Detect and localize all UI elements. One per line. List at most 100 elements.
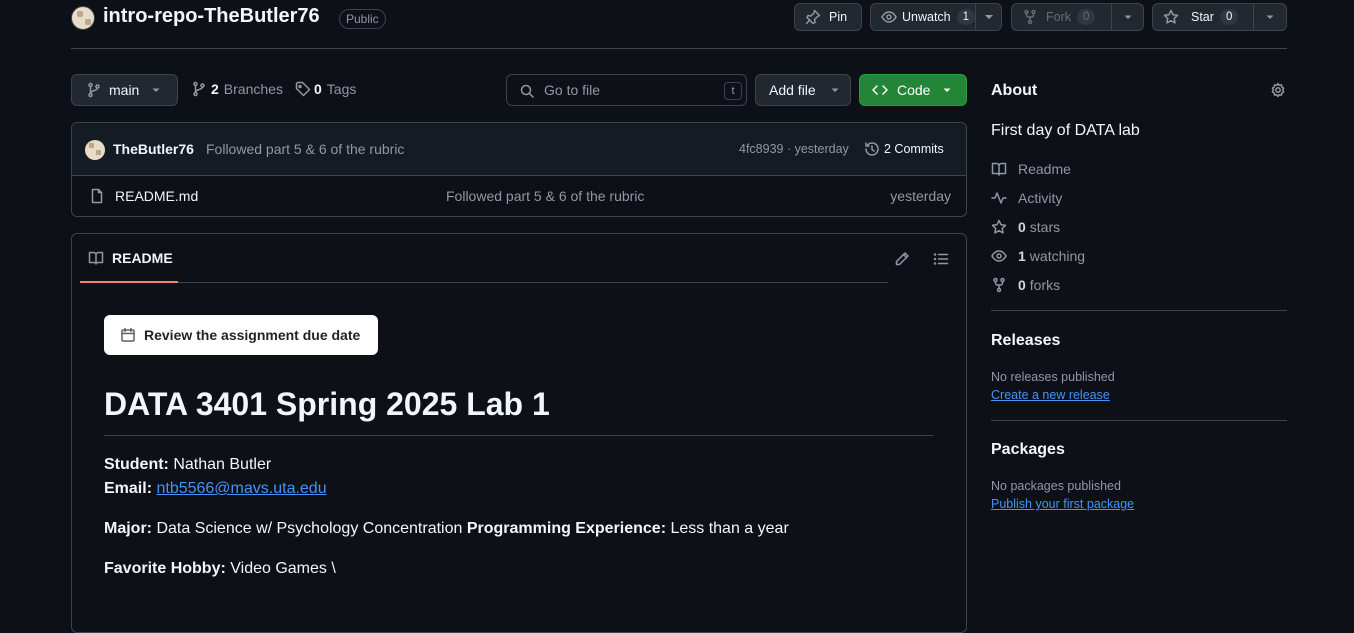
chevron-down-icon[interactable] <box>1120 9 1136 25</box>
visibility-badge: Public <box>339 9 386 29</box>
chevron-down-icon[interactable] <box>981 9 997 25</box>
tags-label: Tags <box>326 81 357 97</box>
branches-label: Branches <box>223 81 283 97</box>
packages-text: No packages published <box>991 479 1121 493</box>
star-button[interactable]: Star 0 <box>1152 3 1287 31</box>
commit-author[interactable]: TheButler76 <box>113 141 194 157</box>
pulse-icon <box>991 192 1007 204</box>
unwatch-button[interactable]: Unwatch 1 <box>870 3 1002 31</box>
latest-commit-bar: TheButler76 Followed part 5 & 6 of the r… <box>72 123 966 176</box>
file-commit-message[interactable]: Followed part 5 & 6 of the rubric <box>446 188 644 204</box>
major-label: Major: <box>104 520 152 537</box>
code-button[interactable]: Code <box>859 74 967 106</box>
tag-icon <box>295 81 311 97</box>
student-label: Student: <box>104 456 169 473</box>
history-icon <box>865 142 879 156</box>
email-label: Email: <box>104 480 153 497</box>
fork-label: Fork <box>1046 10 1071 24</box>
header-divider <box>71 48 1287 49</box>
outline-list-icon[interactable] <box>933 251 949 267</box>
hobby-value: Video Games \ <box>230 560 336 577</box>
file-icon <box>91 188 103 204</box>
experience-value: Less than a year <box>670 520 789 537</box>
branch-selector[interactable]: main <box>71 74 178 106</box>
commit-hash-time[interactable]: 4fc8939 · yesterday <box>739 142 849 156</box>
code-icon <box>872 85 888 95</box>
due-date-button[interactable]: Review the assignment due date <box>104 315 378 355</box>
branch-icon <box>88 82 100 98</box>
watch-count: 1 <box>956 9 976 25</box>
edit-pencil-icon[interactable] <box>894 251 910 267</box>
commits-link[interactable]: 2 Commits <box>864 141 944 157</box>
sidebar-divider <box>991 310 1287 311</box>
readme-link[interactable]: Readme <box>991 159 1071 179</box>
shortcut-key: t <box>724 82 742 100</box>
pin-button[interactable]: Pin <box>794 3 862 31</box>
packages-title[interactable]: Packages <box>991 441 1065 459</box>
commit-message[interactable]: Followed part 5 & 6 of the rubric <box>206 141 404 157</box>
star-label: Star <box>1191 10 1214 24</box>
file-name[interactable]: README.md <box>115 188 198 204</box>
book-icon <box>88 251 104 265</box>
experience-label: Programming Experience: <box>466 520 667 537</box>
student-line: Student: Nathan Butler <box>104 456 271 474</box>
chevron-down-icon <box>831 88 839 92</box>
repo-avatar[interactable] <box>71 6 95 30</box>
forks-count: 0 <box>1018 277 1026 293</box>
search-icon <box>520 84 534 98</box>
file-time: yesterday <box>890 188 951 204</box>
tags-count: 0 <box>314 81 322 97</box>
about-title: About <box>991 82 1038 99</box>
watching-link[interactable]: 1 watching <box>991 246 1085 266</box>
fork-icon <box>1024 9 1036 25</box>
pin-icon <box>805 9 821 25</box>
watching-count: 1 <box>1018 248 1026 264</box>
go-to-file-placeholder: Go to file <box>544 82 601 98</box>
due-date-label: Review the assignment due date <box>144 327 361 343</box>
readme-heading: DATA 3401 Spring 2025 Lab 1 <box>104 386 550 422</box>
stars-link[interactable]: 0 stars <box>991 217 1060 237</box>
stars-label: stars <box>1029 219 1061 235</box>
add-file-label: Add file <box>769 82 816 98</box>
watching-label: watching <box>1029 248 1086 264</box>
branches-count: 2 <box>211 81 219 97</box>
add-file-button[interactable]: Add file <box>755 74 851 106</box>
forks-label: forks <box>1029 277 1061 293</box>
eye-icon <box>881 11 897 23</box>
star-icon <box>1163 9 1179 24</box>
create-release-link[interactable]: Create a new release <box>991 388 1110 402</box>
commit-author-avatar[interactable] <box>85 140 105 160</box>
branch-icon <box>193 81 205 97</box>
branch-name: main <box>109 82 140 98</box>
activity-link[interactable]: Activity <box>991 188 1062 208</box>
commits-label: 2 Commits <box>884 142 944 156</box>
book-icon <box>991 162 1007 176</box>
chevron-down-icon <box>943 88 951 92</box>
major-value: Data Science w/ Psychology Concentration <box>156 520 463 537</box>
student-value: Nathan Butler <box>173 456 272 473</box>
readme-panel: README Review the assignment due date DA… <box>71 233 967 633</box>
chevron-down-icon[interactable] <box>1262 9 1278 25</box>
table-row[interactable]: README.md Followed part 5 & 6 of the rub… <box>72 176 966 216</box>
releases-text: No releases published <box>991 370 1115 384</box>
email-line: Email: ntb5566@mavs.uta.edu <box>104 480 327 498</box>
sidebar-divider <box>991 420 1287 421</box>
branches-link[interactable]: 2 Branches <box>191 81 283 97</box>
tags-link[interactable]: 0 Tags <box>295 81 356 97</box>
email-link[interactable]: ntb5566@mavs.uta.edu <box>156 480 326 497</box>
hobby-line: Favorite Hobby: Video Games \ <box>104 560 336 578</box>
forks-link[interactable]: 0 forks <box>991 275 1060 295</box>
stars-count: 0 <box>1018 219 1026 235</box>
publish-package-link[interactable]: Publish your first package <box>991 497 1134 511</box>
star-count: 0 <box>1219 9 1239 25</box>
releases-title[interactable]: Releases <box>991 332 1060 350</box>
about-description: First day of DATA lab <box>991 122 1140 139</box>
readme-tab[interactable]: README <box>80 234 178 283</box>
pin-label: Pin <box>829 10 848 24</box>
activity-label: Activity <box>1018 190 1063 206</box>
hobby-label: Favorite Hobby: <box>104 560 226 577</box>
go-to-file-input[interactable]: Go to file t <box>506 74 747 106</box>
fork-button[interactable]: Fork 0 <box>1011 3 1144 31</box>
repo-name[interactable]: intro-repo-TheButler76 <box>103 5 320 28</box>
gear-icon[interactable] <box>1270 82 1286 98</box>
